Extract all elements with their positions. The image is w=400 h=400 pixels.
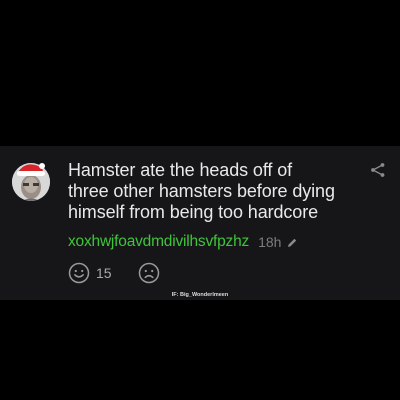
share-icon[interactable] bbox=[370, 162, 386, 178]
comment-line: three other hamsters before dying bbox=[68, 181, 335, 201]
frown-icon[interactable] bbox=[138, 262, 160, 284]
reactions-row: 15 bbox=[68, 262, 160, 284]
pencil-icon bbox=[286, 236, 298, 248]
timestamp: 18h bbox=[258, 234, 282, 250]
screen: Hamster ate the heads off of three other… bbox=[0, 0, 400, 400]
santa-hat-avatar-icon bbox=[12, 163, 50, 201]
like-count: 15 bbox=[96, 265, 112, 281]
watermark: IF: Big_Wonderlmeen bbox=[171, 292, 229, 298]
comment-meta: xoxhwjfoavdmdivilhsvfpzhz 18h bbox=[68, 232, 298, 252]
avatar[interactable] bbox=[11, 160, 51, 201]
comment-card: Hamster ate the heads off of three other… bbox=[0, 146, 400, 300]
comment-line: himself from being too hardcore bbox=[68, 202, 319, 222]
comment-text: Hamster ate the heads off of three other… bbox=[68, 160, 368, 223]
username-link[interactable]: xoxhwjfoavdmdivilhsvfpzhz bbox=[68, 233, 249, 251]
smile-icon[interactable] bbox=[68, 262, 90, 284]
comment-line: Hamster ate the heads off of bbox=[68, 160, 293, 180]
